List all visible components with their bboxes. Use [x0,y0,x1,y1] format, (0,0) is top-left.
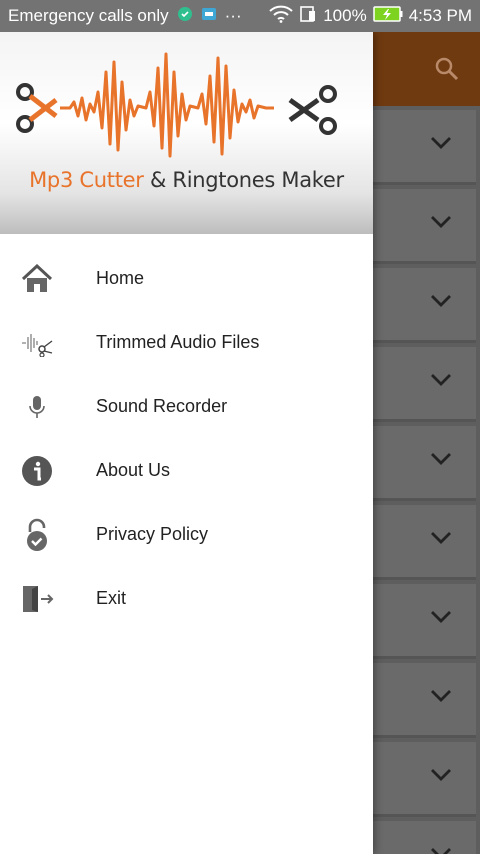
info-icon [20,454,54,488]
menu-label: Trimmed Audio Files [96,331,260,352]
battery-charging-icon [372,5,403,27]
battery-percentage: 100% [323,6,367,25]
sim-card-icon [299,5,317,28]
banner-title-rest: & Ringtones Maker [143,168,344,192]
scissors-left-icon [16,83,58,133]
chevron-down-icon[interactable] [430,215,452,234]
wifi-icon [269,5,293,28]
navigation-drawer: Mp3 Cutter & Ringtones Maker Home Trimme… [0,32,373,854]
chevron-down-icon[interactable] [430,610,452,629]
home-icon [20,262,54,296]
chevron-down-icon[interactable] [430,768,452,787]
menu-item-trimmed-audio[interactable]: Trimmed Audio Files [0,314,373,370]
scissors-right-icon [288,85,337,135]
microphone-icon [20,390,54,424]
menu-label: Home [96,267,145,288]
menu-label: Exit [96,587,127,608]
exit-door-icon [20,582,54,616]
trimmed-audio-icon [20,326,54,360]
chevron-down-icon[interactable] [430,689,452,708]
banner-title-accent: Mp3 Cutter [29,168,144,192]
app-banner-title: Mp3 Cutter & Ringtones Maker [0,168,373,192]
chevron-down-icon[interactable] [430,847,452,854]
more-notifications-dots: ··· [224,6,242,25]
menu-item-privacy-policy[interactable]: Privacy Policy [0,506,373,562]
padlock-icon [20,518,54,552]
chevron-down-icon[interactable] [430,294,452,313]
menu-item-sound-recorder[interactable]: Sound Recorder [0,378,373,434]
chevron-down-icon[interactable] [430,136,452,155]
chevron-down-icon[interactable] [430,373,452,392]
app-notification-icon [177,6,193,27]
carrier-text: Emergency calls only [8,6,169,25]
android-notification-icon [201,6,217,27]
menu-item-exit[interactable]: Exit [0,570,373,626]
menu-label: About Us [96,459,171,480]
search-icon[interactable] [434,56,460,87]
menu-label: Sound Recorder [96,395,228,416]
menu-item-about-us[interactable]: About Us [0,442,373,498]
menu-item-home[interactable]: Home [0,250,373,306]
waveform-logo [16,52,337,158]
chevron-down-icon[interactable] [430,452,452,471]
menu-label: Privacy Policy [96,523,209,544]
status-bar: Emergency calls only ··· 100% 4:53 PM [0,0,480,32]
clock: 4:53 PM [408,6,472,25]
drawer-header-banner: Mp3 Cutter & Ringtones Maker [0,32,373,234]
chevron-down-icon[interactable] [430,531,452,550]
